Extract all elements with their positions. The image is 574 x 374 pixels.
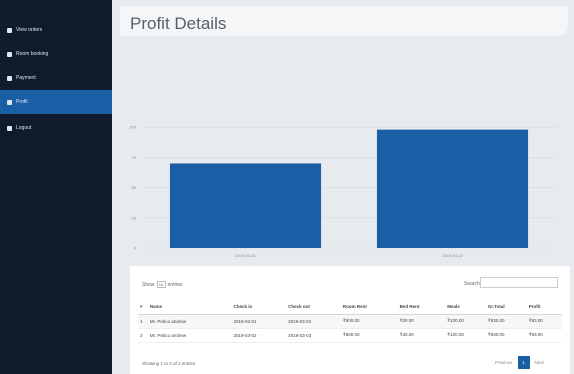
table-cell: ₹800.00 — [340, 328, 398, 343]
sidebar-item-label: Payment — [16, 75, 36, 81]
show-entries: Show 10 entries — [142, 281, 183, 288]
table-cell: ₹30.00 — [397, 314, 446, 329]
y-tick-label: 0 — [134, 246, 137, 251]
column-header[interactable]: Profit — [526, 300, 562, 315]
column-header[interactable]: Gr.Total — [485, 300, 527, 315]
table-cell: ₹30.00 — [397, 328, 446, 343]
sidebar-item-label: View orders — [16, 27, 43, 33]
sidebar-item-logout[interactable]: Logout — [0, 116, 112, 140]
sidebar-item-label: Logout — [16, 125, 32, 131]
table-cell: ₹800.00 — [340, 314, 398, 329]
search-input[interactable] — [480, 277, 558, 288]
table-cell: 2019-03-02 — [286, 314, 341, 329]
table-row: 1 Mr. Pebco andrew 2019-03-01 2019-03-02… — [138, 314, 562, 329]
table-cell: 1 — [138, 314, 148, 329]
sidebar-item-view-orders[interactable]: View orders — [0, 18, 112, 42]
sidebar-item-profit[interactable]: Profit — [0, 90, 112, 114]
table-cell: ₹930.00 — [485, 328, 527, 343]
table-cell: ₹93.00 — [526, 314, 562, 329]
sidebar-item-payment[interactable]: Payment — [0, 66, 112, 90]
entries-select[interactable]: 10 — [156, 281, 166, 288]
sidebar: View orders Room booking Payment Profit … — [0, 0, 112, 374]
page-1-button[interactable]: 1 — [517, 356, 530, 369]
y-tick-label: 75 — [132, 155, 137, 160]
y-tick-label: 25 — [132, 215, 137, 220]
table-cell: 2019-03-01 — [231, 314, 287, 329]
calendar-icon — [7, 51, 12, 57]
x-tick-label: 2019-03-01 — [235, 253, 256, 258]
table-cell: 2 — [138, 328, 148, 343]
entries-label: entries — [167, 281, 183, 288]
table-cell: ₹100.00 — [445, 328, 486, 343]
chart-icon — [7, 99, 12, 105]
show-label: Show — [142, 281, 155, 288]
previous-button[interactable]: Previous — [495, 360, 513, 365]
table-cell: ₹93.00 — [526, 328, 562, 343]
column-header[interactable]: # — [138, 300, 148, 315]
profit-chart: 0 25 50 75 100 2019-03-01 2019-03-02 — [129, 125, 556, 258]
y-tick-label: 50 — [132, 185, 137, 190]
table-cell: Mr. Pebco andrew — [147, 314, 232, 329]
table-cell: 2019-03-02 — [231, 328, 287, 343]
table-cell: ₹930.00 — [485, 314, 527, 329]
column-header[interactable]: Check in — [231, 300, 287, 315]
table-cell: ₹100.00 — [445, 314, 486, 329]
sidebar-item-label: Profit — [16, 99, 28, 105]
x-tick-label: 2019-03-02 — [442, 253, 463, 258]
next-button[interactable]: Next — [535, 360, 544, 365]
table-cell: Mr. Pebco andrew — [147, 328, 232, 343]
sidebar-item-room-booking[interactable]: Room booking — [0, 42, 112, 66]
main-content: Profit Details 0 25 50 75 100 2019-03-01 2019-… — [112, 0, 574, 374]
bar — [169, 163, 322, 248]
y-tick-label: 100 — [129, 125, 136, 130]
table-info: Showing 1 to 2 of 2 entries — [142, 361, 196, 366]
logout-icon — [7, 125, 12, 131]
table-cell: 2019-03-03 — [286, 328, 341, 343]
sidebar-item-label: Room booking — [16, 51, 49, 57]
card-icon — [7, 75, 12, 81]
table-row: 2 Mr. Pebco andrew 2019-03-02 2019-03-03… — [138, 328, 562, 343]
column-header[interactable]: Check out — [286, 300, 341, 315]
search-label: Search: — [464, 281, 482, 287]
pagination: Previous 1 Next — [492, 356, 547, 369]
list-icon — [7, 27, 12, 33]
column-header[interactable]: Name — [147, 300, 232, 315]
column-header[interactable]: Room Rent — [340, 300, 398, 315]
table-header-row: # Name Check in Check out Room Rent Bed … — [138, 300, 562, 315]
column-header[interactable]: Bed Rent — [397, 300, 446, 315]
bar — [376, 129, 529, 248]
profit-table-panel: Show 10 entries Search: # Name Check in … — [130, 266, 570, 374]
profit-table: # Name Check in Check out Room Rent Bed … — [138, 300, 562, 343]
column-header[interactable]: Meals — [445, 300, 486, 315]
